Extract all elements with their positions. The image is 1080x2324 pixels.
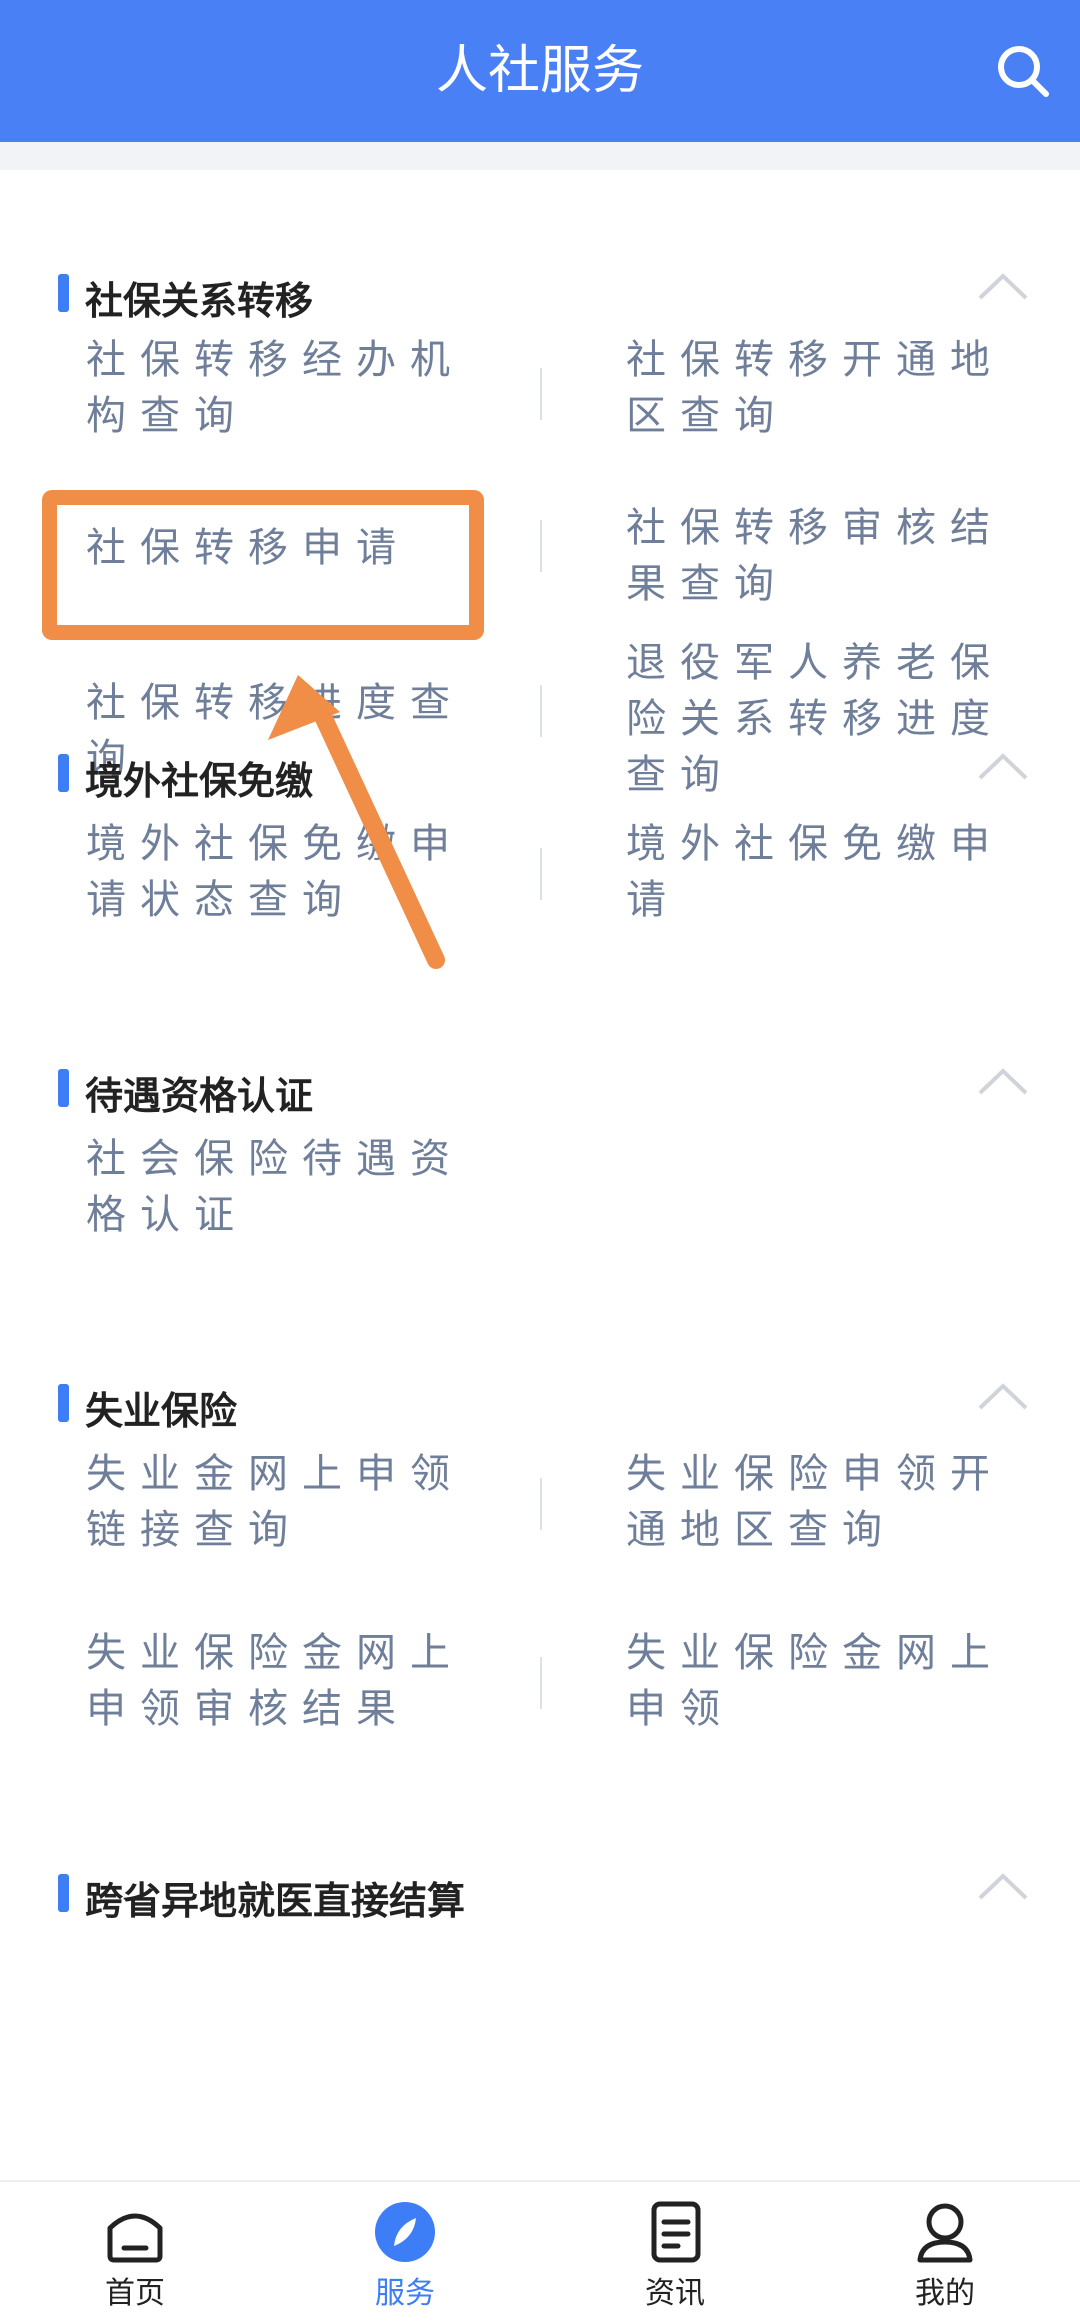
service-item[interactable]: 社会保险待遇资格认证 xyxy=(86,1131,466,1243)
section-title: 失业保险 xyxy=(85,1389,238,1433)
service-row: 社会保险待遇资格认证 xyxy=(0,1131,1080,1251)
section-accent xyxy=(58,1874,69,1912)
section-accent xyxy=(58,1069,69,1107)
tab-label: 资讯 xyxy=(645,2276,705,2311)
service-item[interactable]: 失业保险金网上申领 xyxy=(626,1625,1006,1737)
service-row: 失业金网上申领链接查询 失业保险申领开通地区查询 xyxy=(0,1446,1080,1621)
tab-service[interactable]: 服务 xyxy=(325,2192,485,2322)
section-cross-province-medical: 跨省异地就医直接结算 xyxy=(0,1850,1080,1940)
home-icon xyxy=(107,2213,163,2263)
section-accent xyxy=(58,1384,69,1422)
service-row: 失业保险金网上申领审核结果 失业保险金网上申领 xyxy=(0,1625,1080,1745)
user-icon xyxy=(917,2203,973,2263)
section-header[interactable]: 失业保险 xyxy=(0,1360,1080,1450)
service-item[interactable]: 失业保险金网上申领审核结果 xyxy=(86,1625,466,1737)
row-divider xyxy=(540,1657,542,1709)
tab-label: 服务 xyxy=(375,2276,435,2311)
service-item[interactable]: 失业保险申领开通地区查询 xyxy=(626,1446,1006,1558)
tab-home[interactable]: 首页 xyxy=(55,2192,215,2322)
tab-news[interactable]: 资讯 xyxy=(595,2192,755,2322)
section-header[interactable]: 待遇资格认证 xyxy=(0,1045,1080,1135)
tab-label: 首页 xyxy=(105,2276,165,2311)
compass-icon xyxy=(375,2202,435,2262)
tab-label: 我的 xyxy=(915,2276,975,2311)
section-unemployment-insurance: 失业保险 失业金网上申领链接查询 失业保险申领开通地区查询 失业保险金网上申领审… xyxy=(0,1360,1080,1745)
tab-profile[interactable]: 我的 xyxy=(865,2192,1025,2322)
chevron-up-icon[interactable] xyxy=(976,1868,1030,1904)
arrow-annotation xyxy=(268,675,445,969)
service-item[interactable]: 失业金网上申领链接查询 xyxy=(86,1446,466,1558)
section-title: 跨省异地就医直接结算 xyxy=(85,1879,466,1923)
section-header[interactable]: 跨省异地就医直接结算 xyxy=(0,1850,1080,1940)
section-title: 待遇资格认证 xyxy=(85,1074,314,1118)
chevron-up-icon[interactable] xyxy=(976,1063,1030,1099)
chevron-up-icon[interactable] xyxy=(976,1378,1030,1414)
news-icon xyxy=(651,2201,701,2263)
bottom-tab-bar: 首页 服务 资讯 我的 xyxy=(0,2180,1080,2324)
section-benefit-certification: 待遇资格认证 社会保险待遇资格认证 xyxy=(0,1045,1080,1255)
row-divider xyxy=(540,1478,542,1530)
